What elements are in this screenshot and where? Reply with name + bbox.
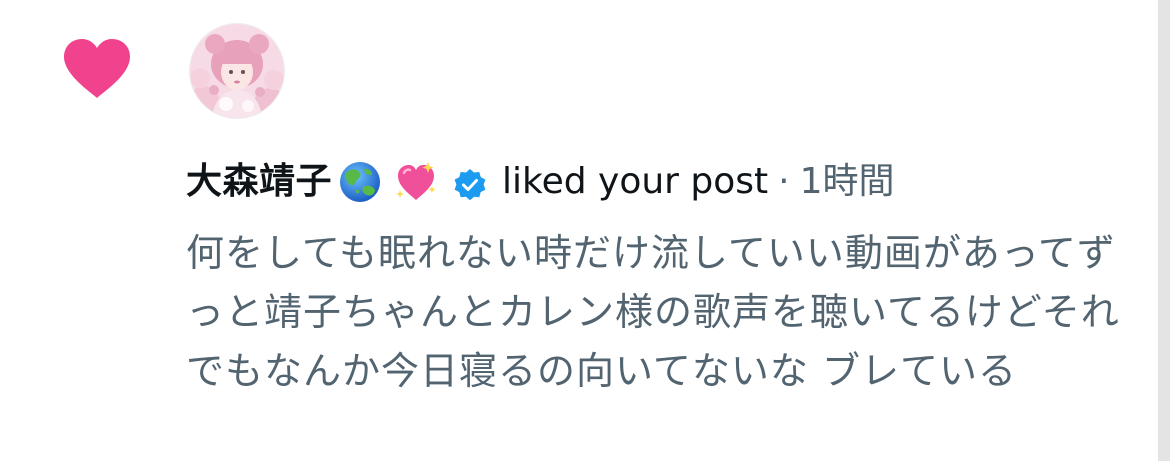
timestamp: 1時間 bbox=[799, 161, 895, 202]
scrollbar-track bbox=[1158, 0, 1170, 461]
action-text: liked your post bbox=[502, 161, 769, 202]
avatar[interactable] bbox=[190, 24, 284, 118]
separator-dot: · bbox=[778, 161, 790, 202]
heart-icon bbox=[62, 38, 132, 100]
post-text[interactable]: 何をしても眠れない時だけ流していい動画があってずっと靖子ちゃんとカレン様の歌声を… bbox=[186, 224, 1126, 401]
verified-badge-icon bbox=[452, 164, 488, 201]
sparkling-heart-emoji bbox=[394, 160, 438, 204]
like-notification[interactable]: 大森靖子 liked your post · 1時間 何をしても眠れない時だけ流… bbox=[0, 0, 1170, 461]
globe-asia-australia-emoji bbox=[338, 160, 382, 204]
notification-headline: 大森靖子 liked your post · 1時間 bbox=[186, 154, 895, 210]
author-name[interactable]: 大森靖子 bbox=[186, 154, 332, 210]
